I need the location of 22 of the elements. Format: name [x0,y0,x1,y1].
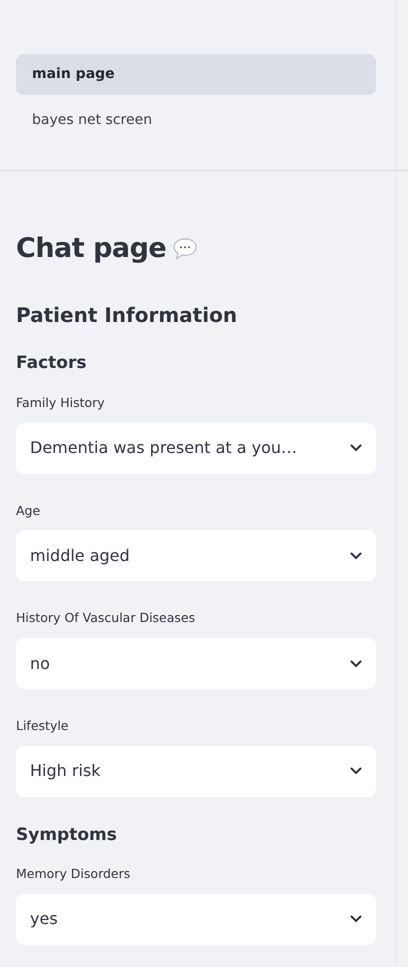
section-heading: Patient Information [16,303,238,328]
nav-link[interactable]: main page [16,54,376,95]
field-label: Memory Disorders [16,865,132,884]
group-heading: Factors [16,353,88,374]
dropdown-select[interactable]: Dementia was present at a you… [16,422,376,474]
chevron-down-icon [350,660,362,668]
speech-bubble-icon [172,237,198,262]
chevron-down-icon [350,767,362,776]
dropdown-select[interactable]: High risk [16,746,376,797]
page-title: Chat page [16,233,166,266]
dropdown-select[interactable]: middle aged [16,530,376,582]
field-label: History Of Vascular Diseases [16,609,196,628]
chevron-down-icon [350,915,362,924]
group-heading: Symptoms [16,824,118,846]
field-label: Age [16,502,42,520]
nav-link[interactable]: bayes net screen [16,100,376,141]
chevron-down-icon [350,552,362,560]
chevron-down-icon [350,444,362,452]
dropdown-select[interactable]: no [16,638,376,690]
field-label: Family History [16,394,106,412]
dropdown-select[interactable]: yes [16,894,376,945]
field-label: Lifestyle [16,717,70,736]
